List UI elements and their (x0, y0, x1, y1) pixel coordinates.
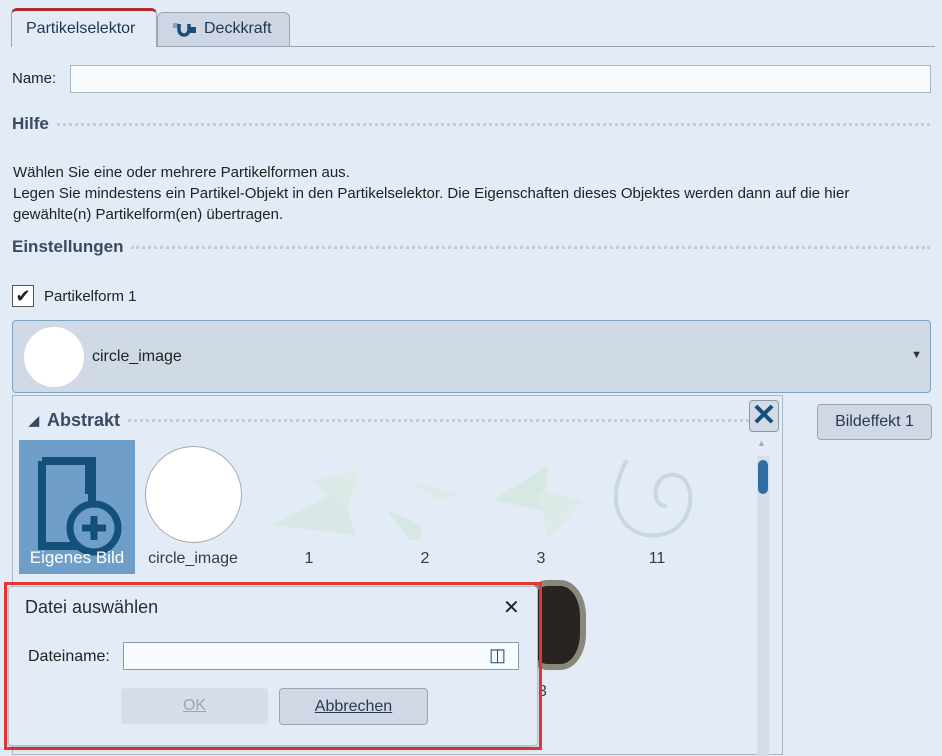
dialog-title: Datei auswählen (25, 597, 159, 617)
gallery-item-11[interactable]: 11 (599, 440, 715, 574)
divider (56, 122, 930, 126)
help-section-header: Hilfe (12, 114, 930, 134)
divider (131, 245, 930, 249)
shard-shape-icon (387, 480, 462, 550)
close-dialog-icon[interactable]: ✕ (503, 595, 520, 620)
shard-shape-icon (271, 470, 361, 535)
opacity-icon (173, 22, 196, 37)
help-text: Wählen Sie eine oder mehrere Partikelfor… (13, 162, 928, 225)
scrollbar-thumb[interactable] (758, 460, 768, 494)
item-label: 1 (304, 550, 314, 567)
scroll-up-arrow[interactable]: ▲ (757, 438, 766, 448)
bildeffekt-button[interactable]: Bildeffekt 1 (817, 404, 932, 440)
add-image-icon (38, 457, 122, 556)
collapse-triangle-icon: ◢ (29, 412, 39, 428)
spiral-shape-icon (613, 459, 693, 538)
tab-label: Deckkraft (204, 19, 272, 37)
browse-folder-icon[interactable]: ◫ (489, 645, 506, 666)
category-label: Abstrakt (47, 410, 121, 430)
item-label: 11 (648, 550, 666, 567)
divider (128, 419, 749, 422)
selected-shape: circle_image (92, 348, 182, 365)
file-select-dialog: Datei auswählen ✕ Dateiname: ◫ OK Abbrec… (8, 586, 538, 746)
scrollbar[interactable] (757, 456, 769, 756)
cancel-button[interactable]: Abbrechen (279, 688, 428, 725)
checkbox-label: Partikelform 1 (44, 288, 137, 305)
name-input[interactable] (70, 65, 931, 93)
ok-button[interactable]: OK (121, 688, 268, 724)
shard-shape-icon (493, 465, 583, 540)
category-header[interactable]: ◢ Abstrakt (29, 410, 749, 431)
gallery-item-1[interactable]: 1 (251, 440, 367, 574)
item-label: 2 (420, 550, 430, 567)
settings-section-header: Einstellungen (12, 237, 930, 257)
help-heading: Hilfe (12, 114, 49, 133)
gallery-item-3[interactable]: 3 (483, 440, 599, 574)
tab-partikelselektor[interactable]: Partikelselektor (11, 8, 157, 47)
gallery-item-eigenes-bild[interactable]: Eigenes Bild (19, 440, 135, 574)
gallery-item-circle[interactable]: circle_image (135, 440, 251, 574)
circle-thumbnail (24, 327, 84, 387)
tab-label: Partikelselektor (26, 20, 136, 37)
help-line: Wählen Sie eine oder mehrere Partikelfor… (13, 164, 350, 181)
chevron-down-icon: ▼ (911, 349, 922, 361)
filename-label: Dateiname: (28, 648, 110, 665)
name-label: Name: (12, 70, 57, 87)
circle-thumbnail (144, 446, 242, 543)
gallery-item-2[interactable]: 2 (367, 440, 483, 574)
shape-dropdown[interactable]: circle_image ▼ (12, 320, 931, 393)
tab-divider (157, 46, 935, 47)
close-gallery-button[interactable]: ✕ (749, 400, 779, 432)
settings-heading: Einstellungen (12, 237, 124, 256)
tab-deckkraft[interactable]: Deckkraft (157, 12, 290, 47)
item-label: circle_image (148, 550, 238, 567)
item-label: Eigenes Bild (29, 548, 125, 567)
partikelform-checkbox[interactable]: ✔ (12, 285, 34, 307)
item-label: 3 (536, 550, 546, 567)
help-line: Legen Sie mindestens ein Partikel-Objekt… (13, 185, 850, 223)
filename-input[interactable] (123, 642, 519, 670)
